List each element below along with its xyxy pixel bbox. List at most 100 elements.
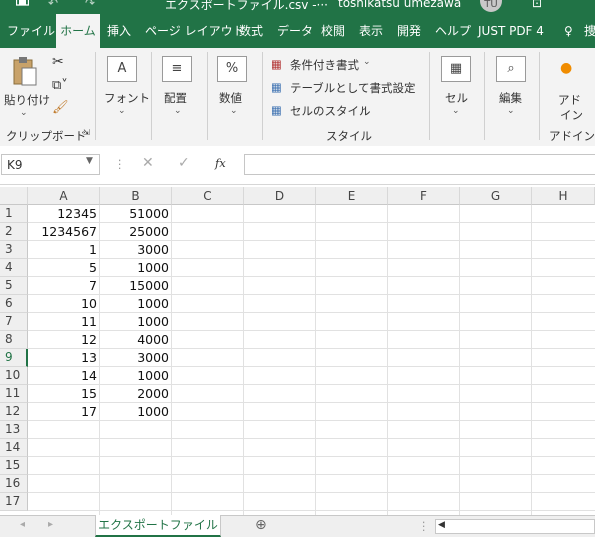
col-header-f[interactable]: F <box>388 187 460 205</box>
tab-file[interactable]: ファイル <box>7 14 55 48</box>
col-header-b[interactable]: B <box>100 187 172 205</box>
paste-button[interactable]: 貼り付け <box>4 92 50 108</box>
tab-search[interactable]: 捜 <box>584 14 595 48</box>
row-header[interactable]: 17 <box>0 493 28 511</box>
cut-icon[interactable]: ✂ <box>52 54 64 70</box>
tab-page-layout[interactable]: ページ レイアウト <box>145 14 245 48</box>
row-header[interactable]: 13 <box>0 421 28 439</box>
cell-a11[interactable]: 15 <box>28 385 100 403</box>
tab-just-pdf[interactable]: JUST PDF 4 <box>478 14 544 48</box>
cell-b11[interactable]: 2000 <box>100 385 172 403</box>
formula-input[interactable] <box>244 154 595 175</box>
number-button[interactable]: 数値 <box>219 90 242 106</box>
scroll-left-icon[interactable]: ◂ <box>20 519 25 530</box>
ribbon-display-options-icon[interactable]: ⊡ <box>532 0 542 10</box>
alignment-button[interactable]: 配置 <box>164 90 187 106</box>
cell-b9[interactable]: 3000 <box>100 349 172 367</box>
row-header[interactable]: 3 <box>0 241 28 259</box>
row-header[interactable]: 10 <box>0 367 28 385</box>
col-header-h[interactable]: H <box>532 187 595 205</box>
col-header-g[interactable]: G <box>460 187 532 205</box>
cancel-icon[interactable]: ✕ <box>142 155 154 171</box>
tab-view[interactable]: 表示 <box>359 14 383 48</box>
add-sheet-icon[interactable]: ⊕ <box>255 517 267 533</box>
cell-b8[interactable]: 4000 <box>100 331 172 349</box>
save-icon[interactable] <box>16 0 29 6</box>
row-header[interactable]: 4 <box>0 259 28 277</box>
cell-a4[interactable]: 5 <box>28 259 100 277</box>
copy-icon[interactable]: ⧉˅ <box>52 78 68 93</box>
tab-data[interactable]: データ <box>277 14 313 48</box>
cell-a3[interactable]: 1 <box>28 241 100 259</box>
chevron-down-icon[interactable]: ⌄ <box>363 57 371 67</box>
redo-icon[interactable]: ↷ ˅ <box>85 0 105 10</box>
row-header[interactable]: 14 <box>0 439 28 457</box>
cell-b2[interactable]: 25000 <box>100 223 172 241</box>
font-icon[interactable]: A <box>107 56 137 82</box>
dialog-launcher-icon[interactable]: ⇲ <box>83 128 90 137</box>
chevron-down-icon[interactable]: ⌄ <box>20 108 28 118</box>
row-header[interactable]: 1 <box>0 205 28 223</box>
row-header[interactable]: 5 <box>0 277 28 295</box>
add-ins-icon[interactable]: ● <box>560 60 572 76</box>
chevron-down-icon[interactable]: ⌄ <box>118 106 126 116</box>
cell-a5[interactable]: 7 <box>28 277 100 295</box>
cell-b4[interactable]: 1000 <box>100 259 172 277</box>
format-painter-icon[interactable]: 🖌 <box>52 100 69 115</box>
cell-a6[interactable]: 10 <box>28 295 100 313</box>
cells-icon[interactable]: ▦ <box>441 56 471 82</box>
cell-b5[interactable]: 15000 <box>100 277 172 295</box>
chevron-down-icon[interactable]: ⌄ <box>507 106 515 116</box>
tab-developer[interactable]: 開発 <box>397 14 421 48</box>
cell-a2[interactable]: 1234567 <box>28 223 100 241</box>
cell-b3[interactable]: 3000 <box>100 241 172 259</box>
row-header[interactable]: 16 <box>0 475 28 493</box>
row-header[interactable]: 7 <box>0 313 28 331</box>
tab-review[interactable]: 校閲 <box>321 14 345 48</box>
chevron-down-icon[interactable]: ⌄ <box>360 103 368 113</box>
row-header[interactable]: 11 <box>0 385 28 403</box>
cell-a10[interactable]: 14 <box>28 367 100 385</box>
tab-home[interactable]: ホーム <box>56 14 100 48</box>
scroll-right-icon[interactable]: ▸ <box>48 519 53 530</box>
add-ins-button[interactable]: アド <box>558 92 581 108</box>
enter-icon[interactable]: ✓ <box>178 155 190 171</box>
cell-b10[interactable]: 1000 <box>100 367 172 385</box>
cell-b7[interactable]: 1000 <box>100 313 172 331</box>
alignment-icon[interactable]: ≡ <box>162 56 192 82</box>
number-format-icon[interactable]: % <box>217 56 247 82</box>
cell-a8[interactable]: 12 <box>28 331 100 349</box>
row-header[interactable]: 15 <box>0 457 28 475</box>
chevron-down-icon[interactable]: ⌄ <box>452 106 460 116</box>
cell-b6[interactable]: 1000 <box>100 295 172 313</box>
cell-a9[interactable]: 13 <box>28 349 100 367</box>
cell-a12[interactable]: 17 <box>28 403 100 421</box>
splitter-icon[interactable]: ⋮ <box>418 519 430 533</box>
search-icon[interactable]: ⌕ <box>496 56 526 82</box>
sheet-tab-active[interactable]: エクスポートファイル <box>95 515 221 537</box>
col-header-c[interactable]: C <box>172 187 244 205</box>
avatar[interactable]: TU <box>480 0 502 12</box>
chevron-down-icon[interactable]: ⌄ <box>174 106 182 116</box>
editing-button[interactable]: 編集 <box>499 90 522 106</box>
select-all-corner[interactable] <box>0 187 28 205</box>
font-button[interactable]: フォント <box>104 90 150 106</box>
row-header[interactable]: 2 <box>0 223 28 241</box>
row-header[interactable]: 8 <box>0 331 28 349</box>
cell-styles-button[interactable]: セルのスタイル <box>290 103 371 119</box>
name-box[interactable]: K9 ▼ <box>1 154 100 175</box>
chevron-down-icon[interactable]: ⌄ <box>230 106 238 116</box>
chevron-down-icon[interactable]: ⌄ <box>406 80 414 90</box>
tab-help[interactable]: ヘルプ <box>435 14 471 48</box>
cell-b1[interactable]: 51000 <box>100 205 172 223</box>
row-header-selected[interactable]: 9 <box>0 349 28 367</box>
format-as-table-button[interactable]: テーブルとして書式設定 <box>290 80 415 96</box>
insert-function-icon[interactable]: fx <box>215 156 226 170</box>
col-header-d[interactable]: D <box>244 187 316 205</box>
paste-icon[interactable] <box>12 56 38 86</box>
row-header[interactable]: 6 <box>0 295 28 313</box>
cell-a1[interactable]: 12345 <box>28 205 100 223</box>
cells-button[interactable]: セル <box>445 90 468 106</box>
tab-insert[interactable]: 挿入 <box>107 14 131 48</box>
tab-formulas[interactable]: 数式 <box>239 14 263 48</box>
